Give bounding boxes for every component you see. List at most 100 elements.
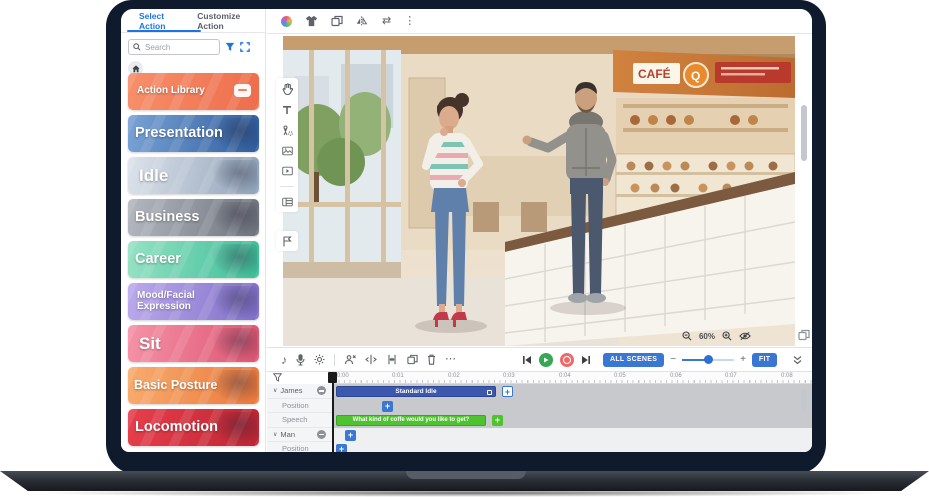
more-tools-icon[interactable]: ⋯ <box>445 354 456 365</box>
track-label-james[interactable]: ∨ James <box>267 384 333 399</box>
chevron-down-icon[interactable]: ∨ <box>273 431 277 438</box>
main-panel: ⇄ ⋮ <box>267 9 812 452</box>
track-label-position-2[interactable]: Position <box>267 442 333 452</box>
zoom-out-icon[interactable] <box>682 331 692 341</box>
search-input[interactable]: Search <box>128 39 220 55</box>
slider-knob[interactable] <box>704 355 713 364</box>
text-tool-icon[interactable] <box>282 105 292 115</box>
laptop-notch <box>406 471 526 479</box>
duplicate-clip-icon[interactable] <box>407 354 418 365</box>
category-card-career[interactable]: Career <box>128 241 259 278</box>
track-mute-button[interactable] <box>317 430 326 439</box>
tool-divider <box>280 186 294 187</box>
avatar-color-icon[interactable] <box>281 16 292 27</box>
track-label-man[interactable]: ∨ Man <box>267 428 333 443</box>
fit-button[interactable]: FIT <box>752 353 777 367</box>
all-scenes-button[interactable]: ALL SCENES <box>603 353 664 367</box>
cafe-logo-letter: Q <box>691 69 700 83</box>
record-stop-button[interactable] <box>560 353 574 367</box>
clip-speech[interactable]: What kind of coffe would you like to get… <box>336 415 486 427</box>
trim-end-icon[interactable] <box>386 354 398 365</box>
search-row: Search <box>121 33 265 59</box>
laptop-shadow <box>30 489 899 497</box>
sidebar: Select Action Customize Action Search <box>121 9 266 452</box>
track-label-speech[interactable]: Speech <box>267 413 333 428</box>
active-tab-indicator <box>127 30 201 33</box>
clip-standard-idle[interactable]: Standard Idle <box>336 386 496 398</box>
pose-tool-icon[interactable] <box>282 125 293 136</box>
playback-controls <box>522 353 591 367</box>
timeline-zoom-out[interactable]: − <box>670 354 676 365</box>
zoom-in-icon[interactable] <box>722 331 732 341</box>
microphone-icon[interactable] <box>296 354 305 366</box>
category-label: Idle <box>128 167 168 184</box>
transport-bar: ♪ <box>267 347 812 372</box>
delete-icon[interactable] <box>427 354 436 365</box>
ruler-label: 0:06 <box>670 373 682 379</box>
category-card-idle[interactable]: Idle <box>128 157 259 194</box>
flag-tool[interactable] <box>276 231 298 251</box>
swap-icon[interactable]: ⇄ <box>382 16 391 27</box>
ruler-label: 0:01 <box>392 373 404 379</box>
category-card-action-library[interactable]: Action Library <box>128 73 259 110</box>
category-card-mood-facial-expression[interactable]: Mood/Facial Expression <box>128 283 259 320</box>
lane-man[interactable] <box>333 428 812 443</box>
category-card-sit[interactable]: Sit <box>128 325 259 362</box>
viewport-zoom-controls: 60% <box>682 331 751 341</box>
lane-position[interactable] <box>333 399 812 414</box>
category-card-basic-posture[interactable]: Basic Posture <box>128 367 259 404</box>
playhead[interactable] <box>332 372 334 452</box>
mirror-icon[interactable] <box>356 15 369 27</box>
track-name: Speech <box>282 415 307 424</box>
timeline-zoom-in[interactable]: + <box>740 354 746 365</box>
duplicate-icon[interactable] <box>331 15 343 27</box>
expand-icon[interactable] <box>240 42 250 52</box>
add-speech-button[interactable]: + <box>492 415 503 426</box>
image-tool-icon[interactable] <box>282 146 293 156</box>
track-mute-button[interactable] <box>317 386 326 395</box>
category-card-locomotion[interactable]: Locomotion <box>128 409 259 446</box>
skip-end-icon[interactable] <box>581 355 591 365</box>
outfit-icon[interactable] <box>305 15 318 27</box>
search-icon <box>133 43 141 51</box>
character-mute-icon[interactable] <box>344 354 356 366</box>
tab-customize-action[interactable]: Customize Action <box>191 11 265 31</box>
category-card-presentation[interactable]: Presentation <box>128 115 259 152</box>
duplicate-view-icon[interactable] <box>798 329 810 341</box>
chevron-down-icon[interactable]: ∨ <box>273 387 277 394</box>
category-thumbnail <box>213 370 257 402</box>
trim-start-icon[interactable] <box>365 354 377 365</box>
tab-select-action[interactable]: Select Action <box>133 11 191 31</box>
storyboard-tool-icon[interactable] <box>282 197 293 207</box>
viewport-scrollbar[interactable] <box>801 105 807 161</box>
category-card-business[interactable]: Business <box>128 199 259 236</box>
track-label-position[interactable]: Position <box>267 399 333 414</box>
more-menu-icon[interactable]: ⋮ <box>404 16 415 27</box>
hide-ui-icon[interactable] <box>739 331 751 341</box>
playhead-handle[interactable] <box>328 372 337 383</box>
timeline-scrollbar[interactable] <box>801 390 807 412</box>
lane-position-2[interactable] <box>333 442 812 452</box>
add-action-button[interactable]: + <box>502 386 513 397</box>
filter-icon[interactable] <box>225 42 235 52</box>
audio-icon[interactable]: ♪ <box>281 354 287 366</box>
skip-start-icon[interactable] <box>522 355 532 365</box>
timeline-zoom-slider[interactable] <box>682 359 734 361</box>
collapse-timeline-icon[interactable] <box>793 355 802 365</box>
hand-tool-icon[interactable] <box>282 83 293 95</box>
add-position-button[interactable]: + <box>382 401 393 412</box>
ruler-label: 0:02 <box>448 373 460 379</box>
category-label: Locomotion <box>128 420 218 435</box>
video-tool-icon[interactable] <box>282 166 293 176</box>
play-button[interactable] <box>539 353 553 367</box>
add-man-position-button[interactable]: + <box>336 444 347 452</box>
clip-label: What kind of coffe would you like to get… <box>353 417 470 423</box>
effects-icon[interactable] <box>314 354 325 365</box>
search-placeholder: Search <box>145 43 170 52</box>
scene-viewport[interactable]: CAFÉ Q <box>283 36 795 346</box>
track-name: Man <box>280 430 295 439</box>
track-filter-icon[interactable] <box>273 373 282 382</box>
timeline-ruler[interactable]: 0:00 0:01 0:02 0:03 0:04 0:05 0:06 0:07 … <box>333 372 812 384</box>
tools-divider <box>334 354 335 366</box>
add-man-action-button[interactable]: + <box>345 430 356 441</box>
